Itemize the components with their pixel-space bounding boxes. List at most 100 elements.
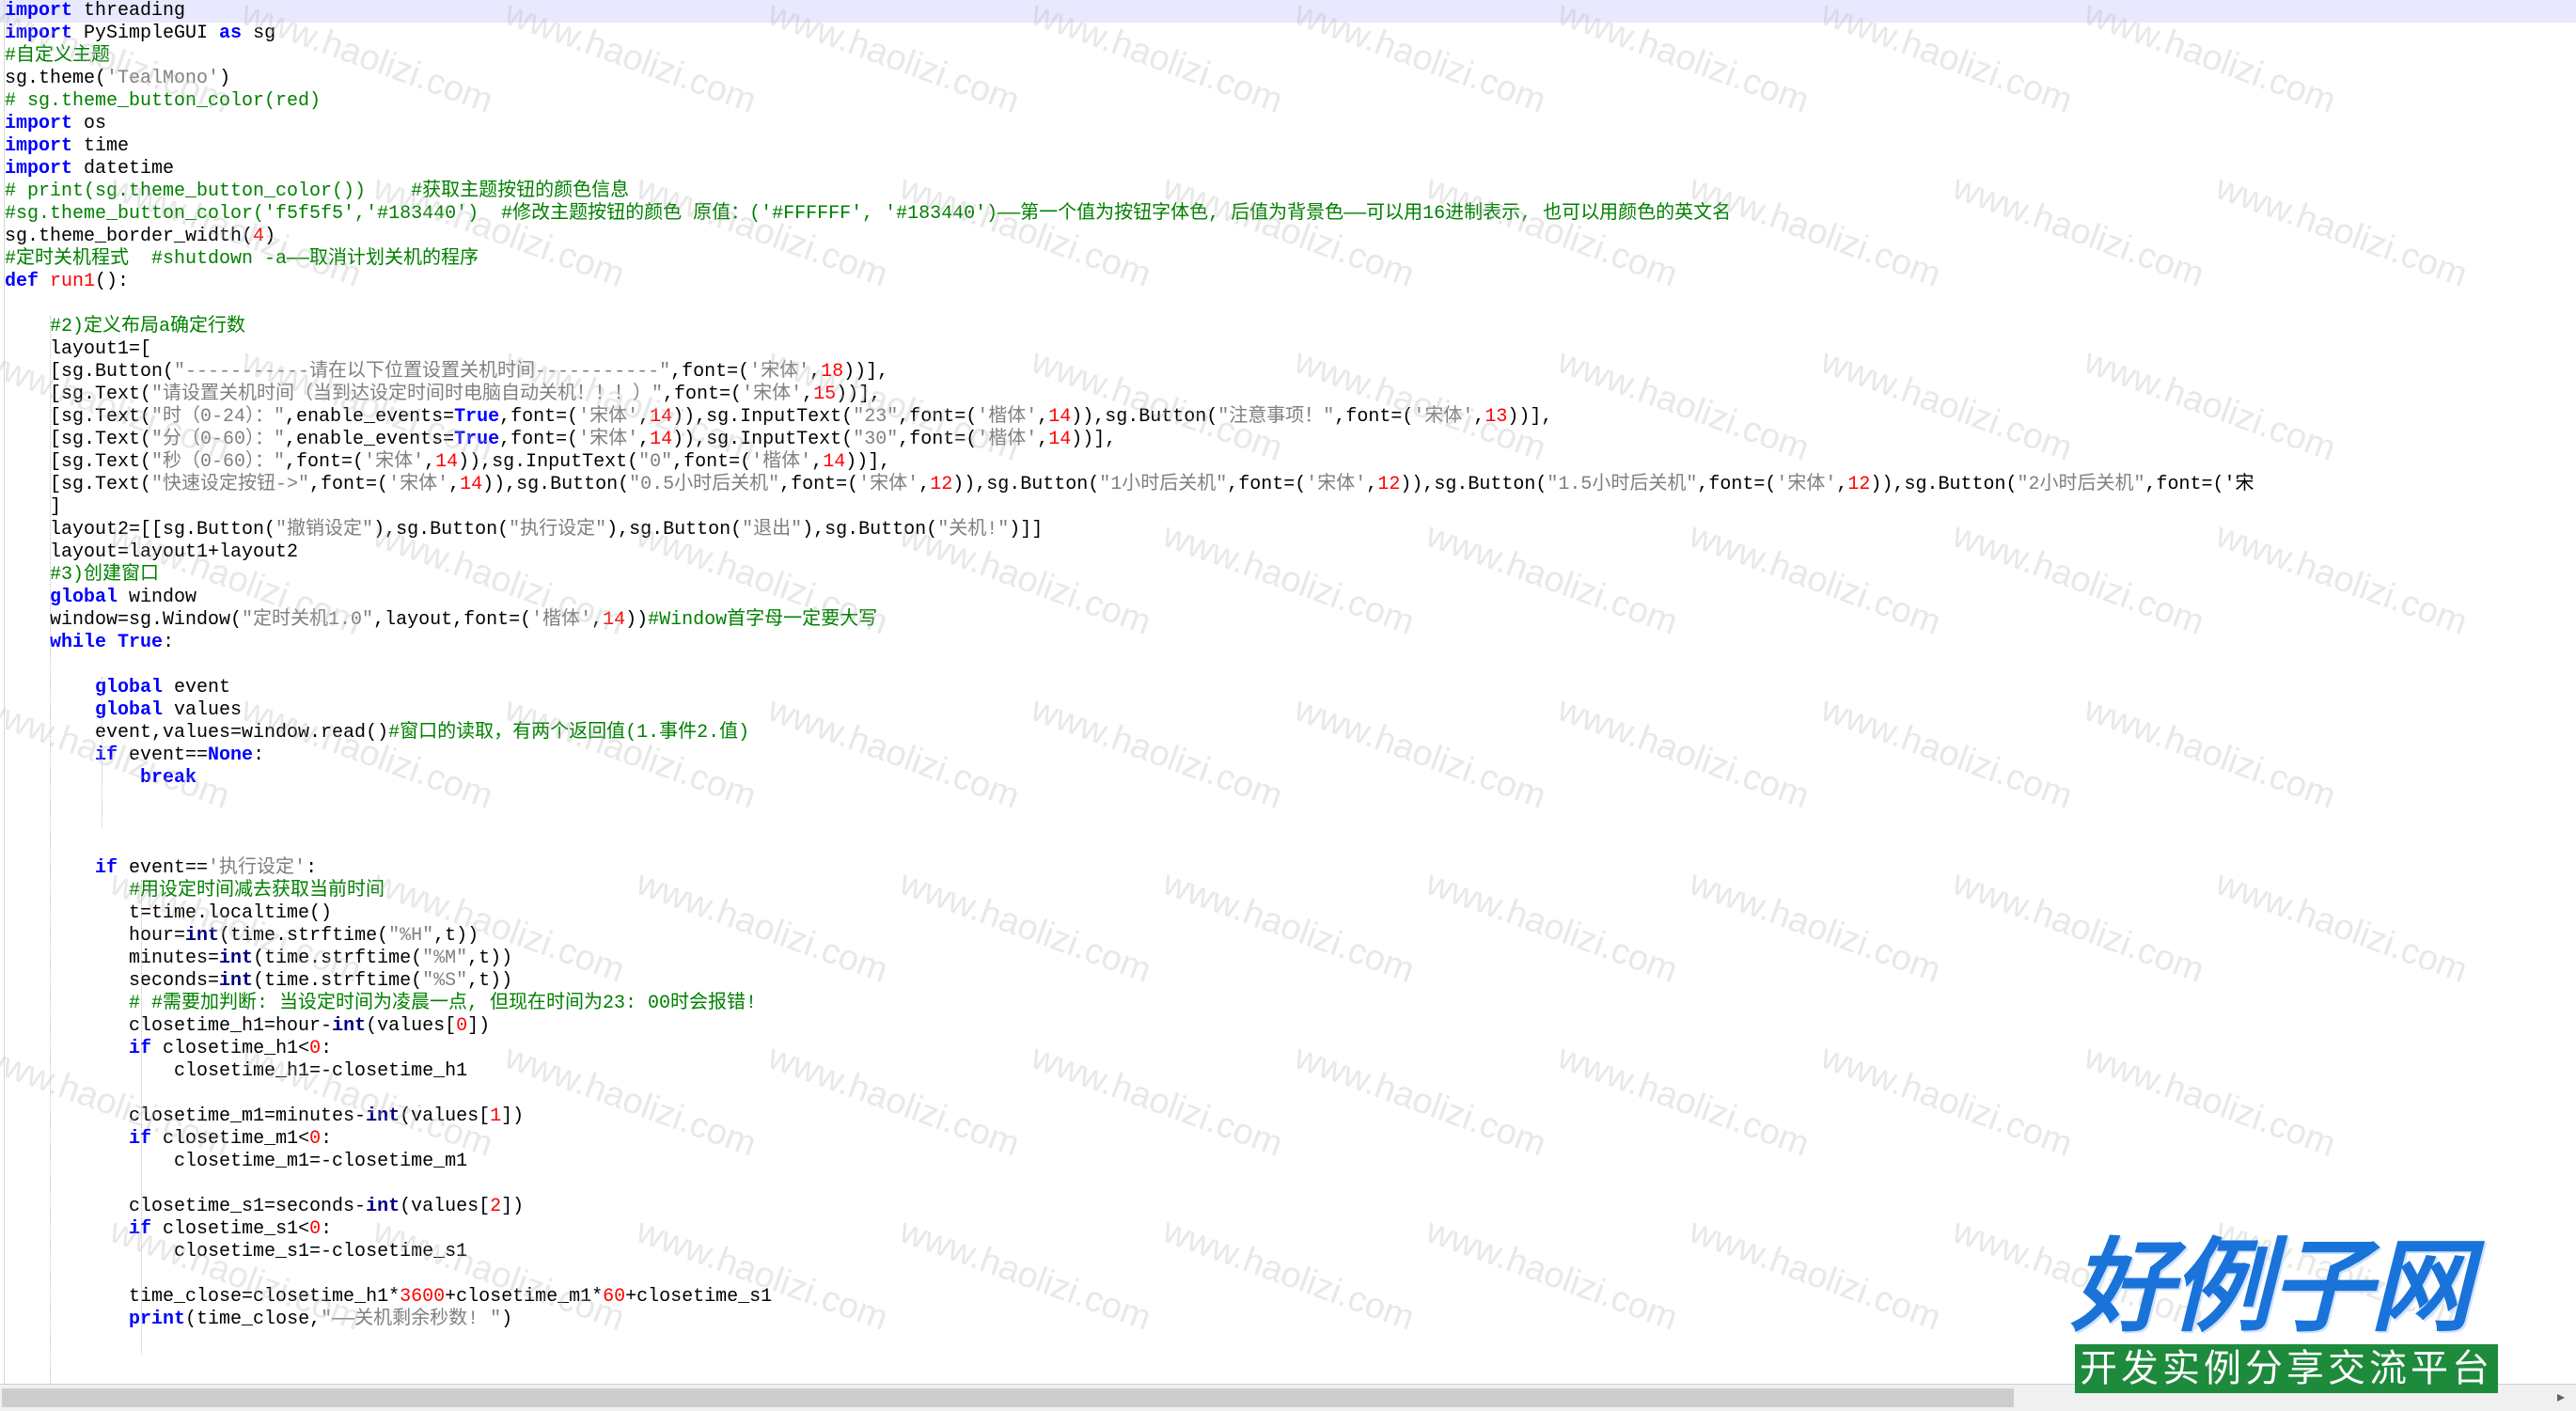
- watermark-text: www.haolizi.com: [2079, 689, 2341, 817]
- code-token: (values[: [400, 1196, 491, 1217]
- code-line[interactable]: [sg.Button("-----------请在以下位置设置关机时间-----…: [5, 361, 888, 384]
- code-token: "2小时后关机": [2017, 474, 2145, 495]
- code-line[interactable]: layout2=[[sg.Button("撤销设定"),sg.Button("执…: [5, 519, 1043, 541]
- code-token: '宋体': [578, 429, 639, 450]
- logo-subtitle: 开发实例分享交流平台: [2075, 1344, 2498, 1393]
- logo-title: 好例子网: [2071, 1229, 2472, 1346]
- code-token: "分（0-60）：": [151, 429, 286, 450]
- code-token: ,font=(: [1334, 406, 1414, 428]
- code-line[interactable]: event,values=window.read()#窗口的读取，有两个返回值(…: [5, 722, 749, 745]
- code-token: '宋体': [1413, 406, 1474, 428]
- code-line[interactable]: if event=='执行设定':: [5, 857, 317, 880]
- code-token: '执行设定': [208, 857, 306, 879]
- code-line[interactable]: hour=int(time.strftime("%H",t)): [5, 925, 479, 948]
- code-line[interactable]: print(time_close,"——关机剩余秒数! "): [5, 1309, 512, 1331]
- code-line[interactable]: layout1=[: [5, 338, 151, 361]
- code-line[interactable]: [sg.Text("时（0-24）：",enable_events=True,f…: [5, 406, 1552, 429]
- code-token: "请设置关机时间（当到达设定时间时电脑自动关机！！！）": [151, 384, 664, 405]
- code-line[interactable]: layout=layout1+layout2: [5, 541, 298, 564]
- watermark-text: www.haolizi.com: [631, 1211, 893, 1339]
- code-token: threading: [72, 0, 186, 22]
- code-token: "关机!": [937, 519, 1010, 541]
- code-line[interactable]: #sg.theme_button_color('f5f5f5','#183440…: [5, 203, 1731, 226]
- code-token: #3)创建窗口: [5, 564, 160, 586]
- code-token: "%H": [388, 925, 434, 947]
- code-line[interactable]: sg.theme_border_width(4): [5, 226, 275, 248]
- code-line[interactable]: [sg.Text("请设置关机时间（当到达设定时间时电脑自动关机！！！）",fo…: [5, 384, 881, 406]
- code-line[interactable]: minutes=int(time.strftime("%M",t)): [5, 948, 512, 970]
- chevron-right-icon[interactable]: ▸: [2552, 1387, 2570, 1407]
- code-line[interactable]: import time: [5, 135, 129, 158]
- code-token: ,font=(: [1227, 474, 1307, 495]
- code-token: ,font=(: [672, 451, 752, 473]
- code-line[interactable]: if closetime_h1<0:: [5, 1038, 332, 1060]
- watermark-text: www.haolizi.com: [1157, 515, 1420, 643]
- code-line[interactable]: global event: [5, 677, 230, 699]
- code-token: ,font=(: [309, 474, 389, 495]
- code-token: import: [5, 23, 73, 44]
- code-line[interactable]: import os: [5, 113, 106, 135]
- code-line[interactable]: #3)创建窗口: [5, 564, 159, 587]
- code-line[interactable]: #2)定义布局a确定行数: [5, 316, 245, 338]
- code-line[interactable]: if closetime_s1<0:: [5, 1218, 332, 1241]
- code-line[interactable]: [sg.Text("分（0-60）：",enable_events=True,f…: [5, 429, 1116, 451]
- code-line[interactable]: sg.theme('TealMono'): [5, 68, 230, 90]
- code-line[interactable]: # #需要加判断: 当设定时间为凌晨一点, 但现在时间为23: 00时会报错!: [5, 993, 757, 1015]
- code-token: closetime_m1<: [151, 1128, 310, 1150]
- code-line[interactable]: if event==None:: [5, 745, 264, 767]
- code-line[interactable]: if closetime_m1<0:: [5, 1128, 332, 1151]
- watermark-text: www.haolizi.com: [631, 167, 893, 295]
- code-line[interactable]: time_close=closetime_h1*3600+closetime_m…: [5, 1286, 772, 1309]
- code-token: True: [454, 406, 500, 428]
- code-line[interactable]: closetime_h1=-closetime_h1: [5, 1060, 467, 1083]
- code-token: 'TealMono': [106, 68, 220, 89]
- code-line[interactable]: while True:: [5, 632, 174, 654]
- code-line[interactable]: window=sg.Window("定时关机1.0",layout,font=(…: [5, 609, 877, 632]
- code-line[interactable]: [sg.Text("秒（0-60）：",font=('宋体',14)),sg.I…: [5, 451, 890, 474]
- code-token: import: [5, 135, 73, 157]
- code-line[interactable]: import PySimpleGUI as sg: [5, 23, 275, 45]
- code-token: int: [332, 1015, 367, 1037]
- code-token: ():: [95, 271, 130, 292]
- code-line[interactable]: closetime_s1=seconds-int(values[2]): [5, 1196, 524, 1218]
- code-token: ,enable_events=: [285, 429, 455, 450]
- code-line[interactable]: closetime_h1=hour-int(values[0]): [5, 1015, 490, 1038]
- code-line[interactable]: def run1():: [5, 271, 129, 293]
- code-line[interactable]: #定时关机程式 #shutdown -a——取消计划关机的程序: [5, 248, 479, 271]
- code-token: ),sg.Button(: [373, 519, 510, 541]
- code-token: #Window首字母一定要大写: [648, 609, 878, 631]
- code-token: #用设定时间减去获取当前时间: [5, 880, 385, 901]
- code-line[interactable]: closetime_m1=minutes-int(values[1]): [5, 1105, 524, 1128]
- code-token: closetime_h1=-closetime_h1: [5, 1060, 468, 1082]
- code-token: sg.theme(: [5, 68, 107, 89]
- code-editor[interactable]: import threading import PySimpleGUI as sg…: [0, 0, 2576, 1384]
- code-line[interactable]: seconds=int(time.strftime("%S",t)): [5, 970, 512, 993]
- code-line[interactable]: #用设定时间减去获取当前时间: [5, 880, 385, 902]
- code-token: '宋体': [742, 384, 803, 405]
- code-line[interactable]: #自定义主题: [5, 45, 110, 68]
- code-line[interactable]: [sg.Text("快速设定按钮->",font=('宋体',14)),sg.B…: [5, 474, 2254, 496]
- code-token: ,: [809, 361, 822, 383]
- code-line[interactable]: global values: [5, 699, 242, 722]
- code-token: import: [5, 158, 73, 180]
- code-line[interactable]: ]: [5, 496, 61, 519]
- code-token: ,: [424, 451, 436, 473]
- code-token: ): [219, 68, 231, 89]
- site-logo: 好例子网 开发实例分享交流平台: [2064, 1231, 2515, 1401]
- code-line[interactable]: # sg.theme_button_color(red): [5, 90, 321, 113]
- code-token: #自定义主题: [5, 45, 111, 67]
- code-token: #窗口的读取，有两个返回值(1.事件2.值): [388, 722, 750, 744]
- code-line[interactable]: closetime_s1=-closetime_s1: [5, 1241, 467, 1263]
- scrollbar-thumb[interactable]: [2, 1388, 2014, 1407]
- code-line[interactable]: import threading: [5, 0, 185, 23]
- code-line[interactable]: global window: [5, 587, 196, 609]
- code-line[interactable]: t=time.localtime(): [5, 902, 332, 925]
- code-line[interactable]: closetime_m1=-closetime_m1: [5, 1151, 467, 1173]
- code-token: ]): [501, 1105, 525, 1127]
- code-token: 1: [490, 1105, 502, 1127]
- code-line[interactable]: # print(sg.theme_button_color()) #获取主题按钮…: [5, 180, 629, 203]
- code-line[interactable]: import datetime: [5, 158, 174, 180]
- code-token: seconds=: [5, 970, 220, 992]
